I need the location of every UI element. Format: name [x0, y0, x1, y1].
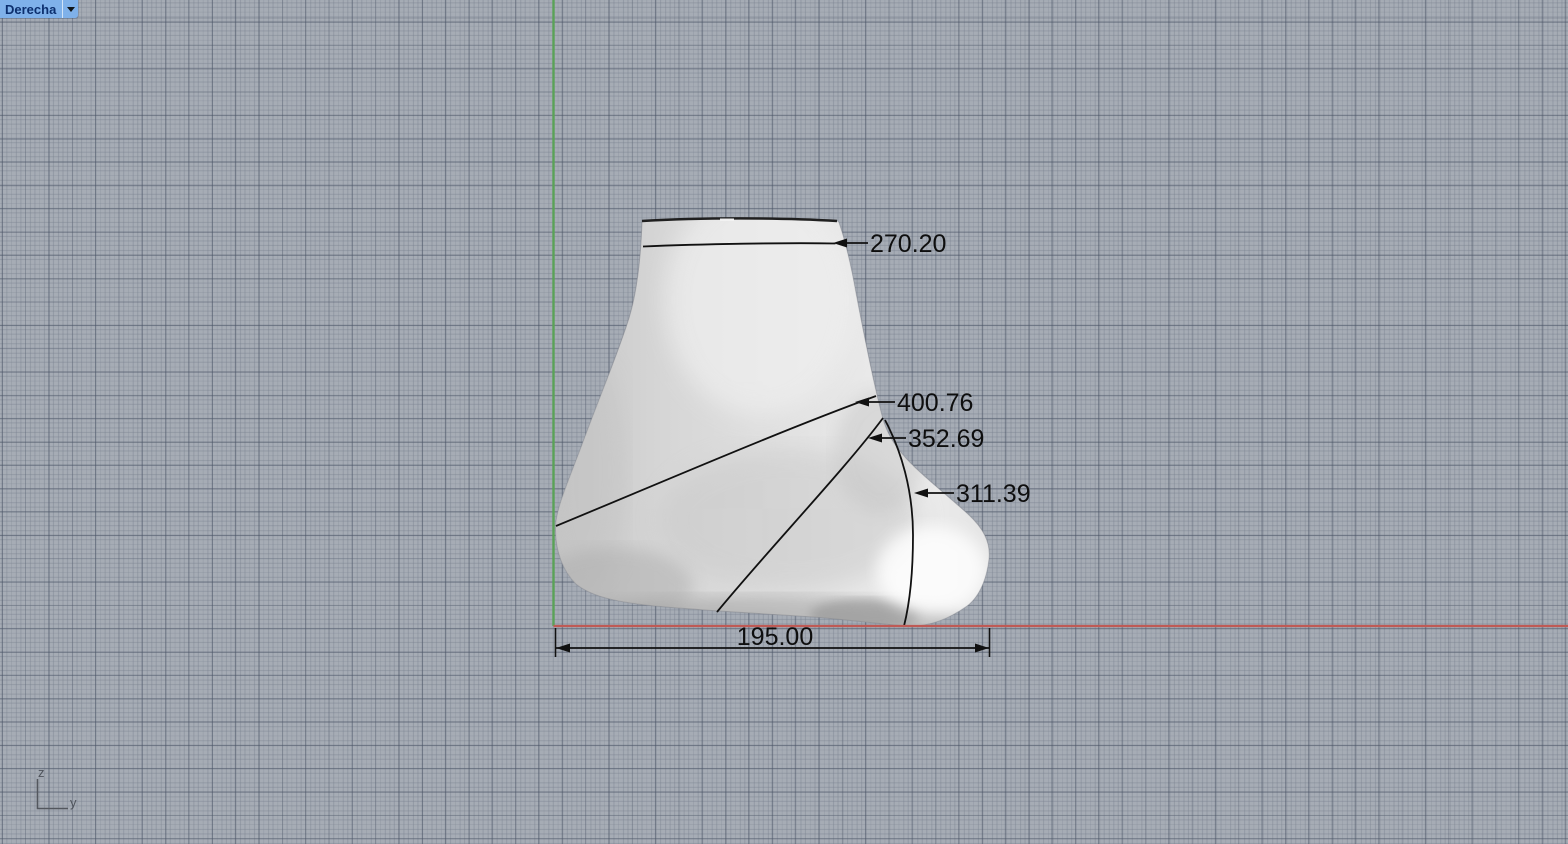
- rhino-viewport: 270.20 400.76 352.69 311.39 195.00 z y D…: [0, 0, 1568, 844]
- length-dimension[interactable]: 195.00: [554, 623, 991, 657]
- dimension-value: 311.39: [956, 480, 1031, 508]
- viewport-menu-button[interactable]: [63, 0, 78, 18]
- gizmo-y-label: y: [70, 795, 77, 810]
- leader-ankle-top-girth[interactable]: 270.20: [833, 230, 946, 258]
- dimension-value: 400.76: [897, 389, 973, 417]
- gizmo-axes-lines: [36, 779, 68, 810]
- dimension-value: 352.69: [908, 425, 984, 453]
- dimension-arrowhead-right: [975, 643, 989, 653]
- toe-highlight: [877, 526, 987, 614]
- cplane-axis-gizmo: z y: [36, 765, 77, 810]
- dimension-value: 270.20: [870, 230, 946, 258]
- viewport-canvas[interactable]: 270.20 400.76 352.69 311.39 195.00 z y: [0, 0, 1568, 844]
- viewport-title[interactable]: Derecha: [0, 0, 62, 18]
- dimension-value: 195.00: [737, 623, 813, 651]
- gizmo-z-label: z: [38, 765, 45, 780]
- viewport-title-tab[interactable]: Derecha: [0, 0, 79, 18]
- dimension-arrowhead-left: [556, 643, 570, 653]
- chevron-down-icon: [66, 6, 75, 12]
